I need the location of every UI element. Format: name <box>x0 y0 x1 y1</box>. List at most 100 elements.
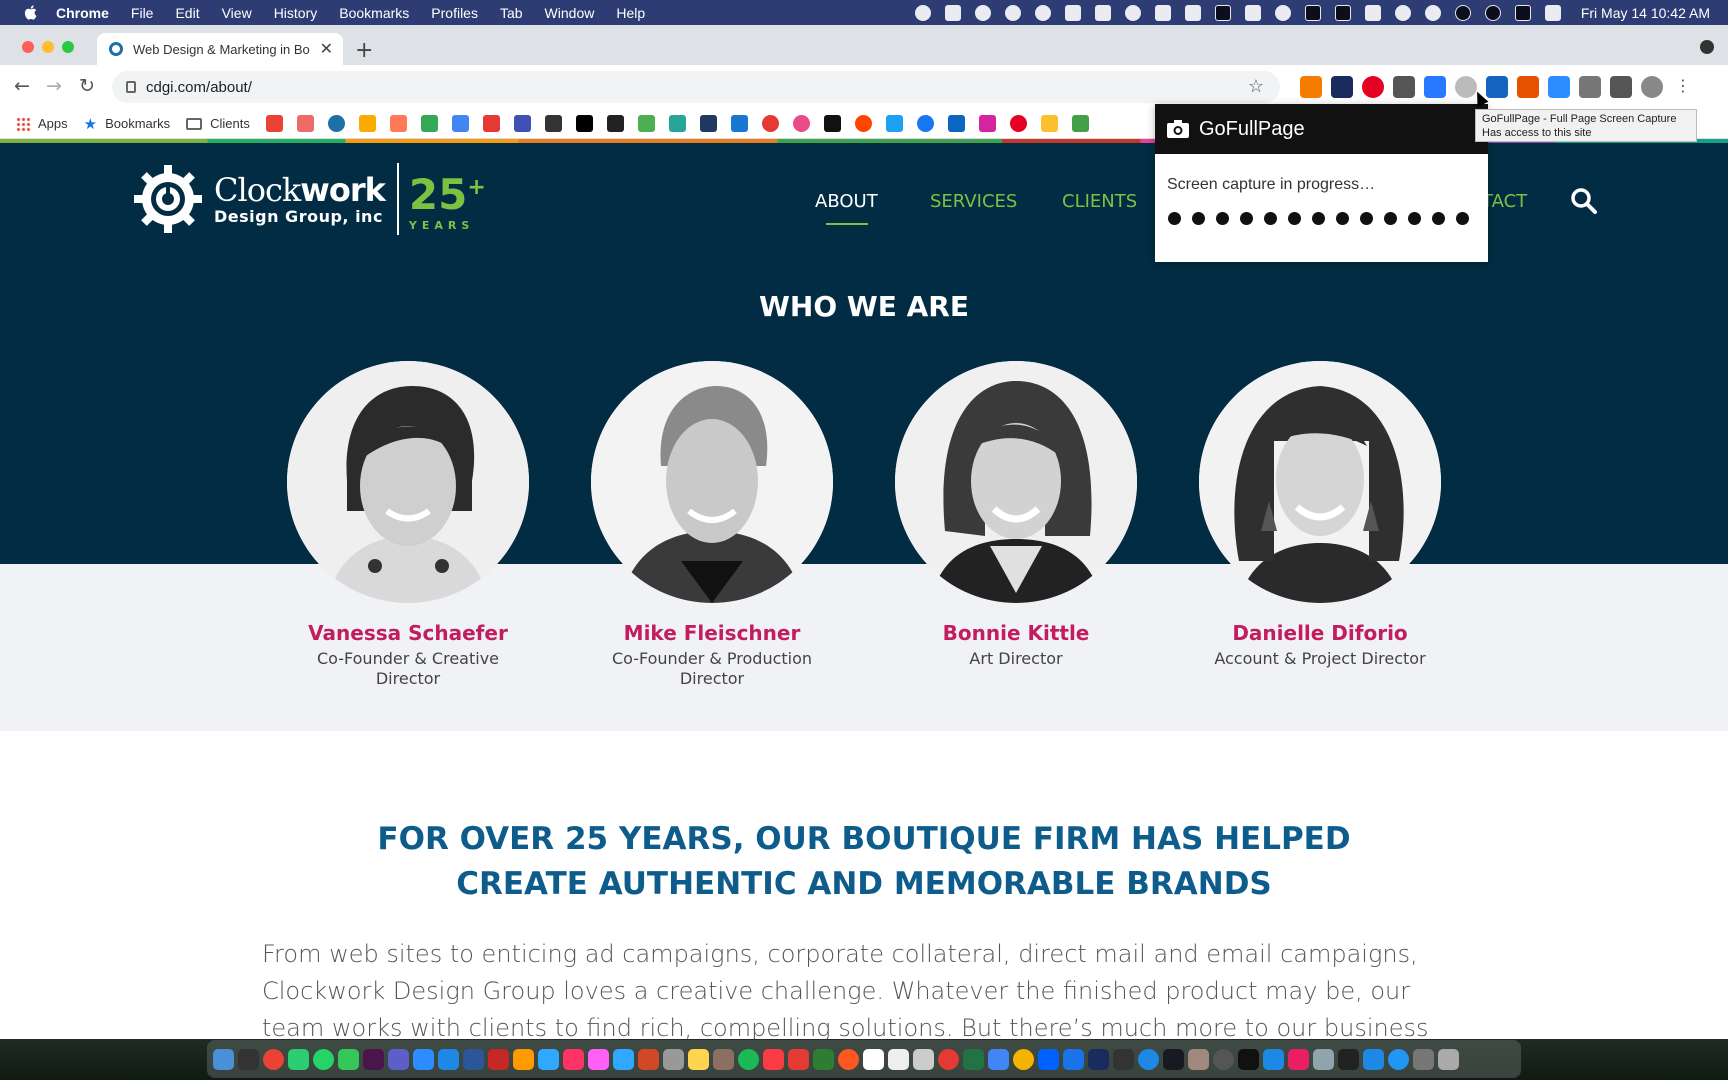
profile-avatar[interactable] <box>1641 76 1663 98</box>
extension-icon[interactable] <box>823 115 841 132</box>
menubar-clock[interactable]: Fri May 14 10:42 AM <box>1581 5 1710 21</box>
powerpoint-icon[interactable] <box>638 1048 659 1070</box>
minimize-window-button[interactable] <box>42 41 54 53</box>
twitter-icon[interactable] <box>885 115 903 132</box>
chrome-icon[interactable] <box>263 1048 284 1070</box>
gmail-icon[interactable] <box>265 115 283 132</box>
heart-icon[interactable] <box>1486 76 1508 98</box>
lock-icon[interactable] <box>126 81 136 93</box>
bluetooth-icon[interactable] <box>1334 4 1351 21</box>
linkedin-icon[interactable] <box>947 115 965 132</box>
creative-cloud-icon[interactable] <box>1004 4 1021 21</box>
search-icon[interactable] <box>513 115 531 132</box>
photos-icon[interactable] <box>1013 1048 1034 1070</box>
zoom-icon[interactable] <box>1548 76 1570 98</box>
preview-icon[interactable] <box>1313 1048 1334 1070</box>
facebook-icon[interactable] <box>916 115 934 132</box>
pinterest-icon[interactable] <box>1009 115 1027 132</box>
calculator-icon[interactable] <box>663 1048 684 1070</box>
vk-icon[interactable] <box>699 115 717 132</box>
unsplash-icon[interactable] <box>575 115 593 132</box>
menu-bookmarks[interactable]: Bookmarks <box>339 5 409 21</box>
zoom-window-button[interactable] <box>62 41 74 53</box>
cloud-icon[interactable] <box>1363 1048 1384 1070</box>
menu-tab[interactable]: Tab <box>500 5 523 21</box>
wifi-icon[interactable] <box>1424 4 1441 21</box>
safari-icon[interactable] <box>1388 1048 1409 1070</box>
apple-icon[interactable] <box>22 4 40 22</box>
app-icon[interactable] <box>1138 1048 1159 1070</box>
app-icon[interactable] <box>1214 4 1231 21</box>
app-icon[interactable] <box>1213 1048 1234 1070</box>
nav-clients[interactable]: CLIENTS <box>1062 191 1137 212</box>
control-center-icon[interactable] <box>1544 4 1561 21</box>
menu-view[interactable]: View <box>222 5 252 21</box>
extension-icon[interactable] <box>1393 76 1415 98</box>
flag-icon[interactable] <box>730 115 748 132</box>
xd-icon[interactable] <box>588 1048 609 1070</box>
bookmark-clients[interactable]: Clients <box>186 116 250 131</box>
back-icon[interactable]: ← <box>14 75 30 97</box>
app-icon[interactable] <box>1184 4 1201 21</box>
nav-services[interactable]: SERVICES <box>930 191 1017 212</box>
upload-icon[interactable] <box>1034 4 1051 21</box>
extension-icon[interactable] <box>1517 76 1539 98</box>
teams-icon[interactable] <box>388 1048 409 1070</box>
dropbox-icon[interactable] <box>1038 1048 1059 1070</box>
illustrator-icon[interactable] <box>513 1048 534 1070</box>
launchpad-icon[interactable] <box>238 1048 259 1070</box>
instagram-icon[interactable] <box>978 115 996 132</box>
bookmark-star-icon[interactable]: ☆ <box>1248 76 1264 97</box>
trash-icon[interactable] <box>1438 1048 1459 1070</box>
acrobat-icon[interactable] <box>488 1048 509 1070</box>
app-icon[interactable] <box>788 1048 809 1070</box>
app-icon[interactable] <box>938 1048 959 1070</box>
extension-icon[interactable] <box>1424 76 1446 98</box>
browser-tab[interactable]: Web Design & Marketing in Bo ✕ <box>97 33 343 65</box>
reddit-icon[interactable] <box>854 115 872 132</box>
close-window-button[interactable] <box>22 41 34 53</box>
dribbble-icon[interactable] <box>792 115 810 132</box>
extension-icon[interactable] <box>668 115 686 132</box>
notes-icon[interactable] <box>688 1048 709 1070</box>
bookmark-bookmarks[interactable]: ★ Bookmarks <box>84 115 170 133</box>
app-icon[interactable] <box>1063 1048 1084 1070</box>
forward-icon[interactable]: → <box>46 75 62 97</box>
messages-icon[interactable] <box>288 1048 309 1070</box>
extension-icon[interactable] <box>1331 76 1353 98</box>
app-icon[interactable] <box>1088 1048 1109 1070</box>
extension-icon[interactable] <box>1300 76 1322 98</box>
excel-icon[interactable] <box>963 1048 984 1070</box>
cloud-icon[interactable] <box>974 4 991 21</box>
drive-icon[interactable] <box>988 1048 1009 1070</box>
spotify-icon[interactable] <box>738 1048 759 1070</box>
indesign-icon[interactable] <box>563 1048 584 1070</box>
pexels-icon[interactable] <box>637 115 655 132</box>
url-text[interactable]: cdgi.com/about/ <box>146 79 252 96</box>
app-icon[interactable] <box>1188 1048 1209 1070</box>
pinterest-icon[interactable] <box>1362 76 1384 98</box>
extension-icon[interactable] <box>1071 115 1089 132</box>
dropbox-icon[interactable] <box>944 4 961 21</box>
puzzle-icon[interactable] <box>1610 76 1632 98</box>
hubspot-icon[interactable] <box>389 115 407 132</box>
battery-icon[interactable] <box>1364 4 1381 21</box>
facetime-icon[interactable] <box>338 1048 359 1070</box>
zoom-icon[interactable] <box>413 1048 434 1070</box>
hulu-icon[interactable] <box>1238 1048 1259 1070</box>
docs-icon[interactable] <box>451 115 469 132</box>
reload-icon[interactable]: ↻ <box>79 75 95 97</box>
menu-file[interactable]: File <box>131 5 154 21</box>
app-icon[interactable] <box>863 1048 884 1070</box>
search-icon[interactable] <box>1454 4 1471 21</box>
istock-icon[interactable] <box>606 115 624 132</box>
record-icon[interactable] <box>914 4 931 21</box>
terminal-icon[interactable] <box>1338 1048 1359 1070</box>
moon-icon[interactable] <box>1484 4 1501 21</box>
menu-window[interactable]: Window <box>545 5 595 21</box>
slack-icon[interactable] <box>363 1048 384 1070</box>
menu-profiles[interactable]: Profiles <box>431 5 478 21</box>
extension-icon[interactable] <box>1040 115 1058 132</box>
app-store-icon[interactable] <box>1263 1048 1284 1070</box>
menu-history[interactable]: History <box>274 5 318 21</box>
